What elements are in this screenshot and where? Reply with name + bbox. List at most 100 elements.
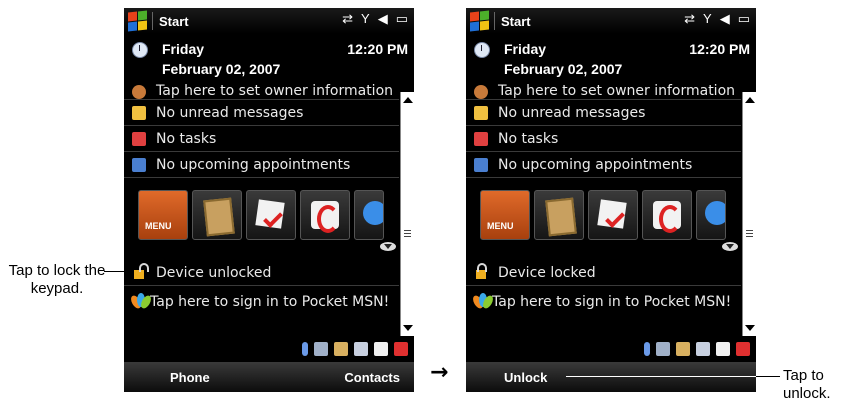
sync-icon[interactable] — [394, 342, 408, 356]
scroll-up-icon[interactable] — [403, 97, 413, 103]
volume-icon[interactable]: ◀ — [720, 11, 730, 27]
msn-label: Tap here to sign in to Pocket MSN! — [492, 294, 732, 310]
scrollbar[interactable] — [742, 92, 756, 336]
date-time-panel[interactable]: Friday February 02, 2007 12:20 PM — [124, 36, 414, 86]
chevron-down-icon[interactable] — [380, 242, 396, 251]
microphone-icon[interactable] — [644, 342, 650, 356]
clock-icon — [132, 42, 148, 58]
microphone-icon[interactable] — [302, 342, 308, 356]
owner-icon — [474, 85, 488, 99]
softkey-bar: Phone Contacts — [124, 362, 414, 392]
appointments-item[interactable]: No upcoming appointments — [466, 152, 741, 178]
time-label: 12:20 PM — [347, 41, 408, 57]
satellite-icon[interactable] — [656, 342, 670, 356]
task-icon — [474, 131, 488, 146]
callout-unlock-text: Tap to unlock. — [783, 367, 831, 402]
scroll-up-icon[interactable] — [745, 97, 755, 103]
owner-info-item[interactable]: Tap here to set owner information — [466, 82, 741, 100]
tray-icons — [302, 342, 408, 356]
day-label: Friday — [504, 41, 547, 57]
mio-menu-icon[interactable]: MENU — [480, 190, 530, 240]
storage-card-icon[interactable] — [334, 342, 348, 356]
unlock-softkey[interactable]: Unlock — [504, 370, 547, 385]
pocket-pc-screen-unlocked: Start ⇄ Y ◀ ▭ Friday February 02, 2007 1… — [124, 8, 414, 392]
menu-label: MENU — [145, 221, 172, 231]
photo-frame-icon[interactable] — [534, 190, 584, 240]
pocket-msn-item[interactable]: Tap here to sign in to Pocket MSN! — [466, 288, 741, 338]
checkmark-icon[interactable] — [246, 190, 296, 240]
start-title[interactable]: Start — [501, 14, 531, 29]
power-plug-icon[interactable] — [716, 342, 730, 356]
contacts-softkey[interactable]: Contacts — [344, 370, 400, 385]
clock-icon — [474, 42, 490, 58]
today-items: Tap here to set owner information No unr… — [124, 83, 399, 178]
messages-label: No unread messages — [156, 104, 304, 121]
connectivity-icon[interactable]: ⇄ — [684, 11, 695, 27]
owner-icon — [132, 85, 146, 99]
messages-item[interactable]: No unread messages — [466, 100, 741, 126]
callout-unlock-line-outer — [756, 376, 780, 377]
callout-lock-text: Tap to lock the keypad. — [8, 262, 106, 297]
title-bar: Start ⇄ Y ◀ ▭ — [466, 8, 756, 34]
date-label: February 02, 2007 — [504, 61, 623, 77]
callout-unlock-line — [566, 376, 778, 377]
start-title[interactable]: Start — [159, 14, 189, 29]
windows-start-icon[interactable] — [468, 10, 490, 32]
msn-butterfly-icon — [129, 293, 153, 311]
pocket-pc-screen-locked: Start ⇄ Y ◀ ▭ Friday February 02, 2007 1… — [466, 8, 756, 392]
calendar-icon — [132, 157, 146, 172]
storage-card-icon[interactable] — [676, 342, 690, 356]
appointments-item[interactable]: No upcoming appointments — [124, 152, 399, 178]
today-items: Tap here to set owner information No unr… — [466, 83, 741, 178]
tasks-item[interactable]: No tasks — [124, 126, 399, 152]
msn-butterfly-icon — [471, 293, 495, 311]
network-icon[interactable] — [696, 342, 710, 356]
mio-menu-icon[interactable]: MENU — [138, 190, 188, 240]
lock-status-label: Device locked — [498, 264, 596, 281]
mail-icon — [132, 105, 146, 120]
callout-lock-line — [104, 271, 134, 272]
unlocked-padlock-icon — [134, 263, 149, 279]
internet-explorer-icon[interactable] — [354, 190, 384, 240]
signal-icon[interactable]: Y — [361, 11, 370, 27]
date-time-panel[interactable]: Friday February 02, 2007 12:20 PM — [466, 36, 756, 86]
tasks-item[interactable]: No tasks — [466, 126, 741, 152]
locked-padlock-icon — [476, 263, 487, 279]
scroll-grip[interactable] — [404, 230, 411, 237]
time-label: 12:20 PM — [689, 41, 750, 57]
battery-icon[interactable]: ▭ — [738, 11, 750, 27]
messages-label: No unread messages — [498, 104, 646, 121]
sync-icon[interactable] — [736, 342, 750, 356]
satellite-icon[interactable] — [314, 342, 328, 356]
photo-frame-icon[interactable] — [192, 190, 242, 240]
device-lock-item[interactable]: Device locked — [466, 260, 741, 286]
title-bar: Start ⇄ Y ◀ ▭ — [124, 8, 414, 34]
connectivity-icon[interactable]: ⇄ — [342, 11, 353, 27]
owner-info-item[interactable]: Tap here to set owner information — [124, 82, 399, 100]
calendar-icon — [474, 157, 488, 172]
signal-icon[interactable]: Y — [703, 11, 712, 27]
checkmark-icon[interactable] — [588, 190, 638, 240]
volume-icon[interactable]: ◀ — [378, 11, 388, 27]
phone-icon[interactable] — [642, 190, 692, 240]
chevron-down-icon[interactable] — [722, 242, 738, 251]
scrollbar[interactable] — [400, 92, 414, 336]
device-lock-item[interactable]: Device unlocked — [124, 260, 399, 286]
power-plug-icon[interactable] — [374, 342, 388, 356]
title-separator — [494, 12, 495, 30]
network-icon[interactable] — [354, 342, 368, 356]
phone-icon[interactable] — [300, 190, 350, 240]
appointments-label: No upcoming appointments — [498, 156, 693, 173]
scroll-grip[interactable] — [746, 230, 753, 237]
windows-start-icon[interactable] — [126, 10, 148, 32]
scroll-down-icon[interactable] — [745, 325, 755, 331]
messages-item[interactable]: No unread messages — [124, 100, 399, 126]
scroll-down-icon[interactable] — [403, 325, 413, 331]
phone-softkey[interactable]: Phone — [170, 370, 210, 385]
appointments-label: No upcoming appointments — [156, 156, 351, 173]
menu-label: MENU — [487, 221, 514, 231]
internet-explorer-icon[interactable] — [696, 190, 726, 240]
pocket-msn-item[interactable]: Tap here to sign in to Pocket MSN! — [124, 288, 399, 338]
msn-label: Tap here to sign in to Pocket MSN! — [150, 294, 390, 310]
battery-icon[interactable]: ▭ — [396, 11, 408, 27]
